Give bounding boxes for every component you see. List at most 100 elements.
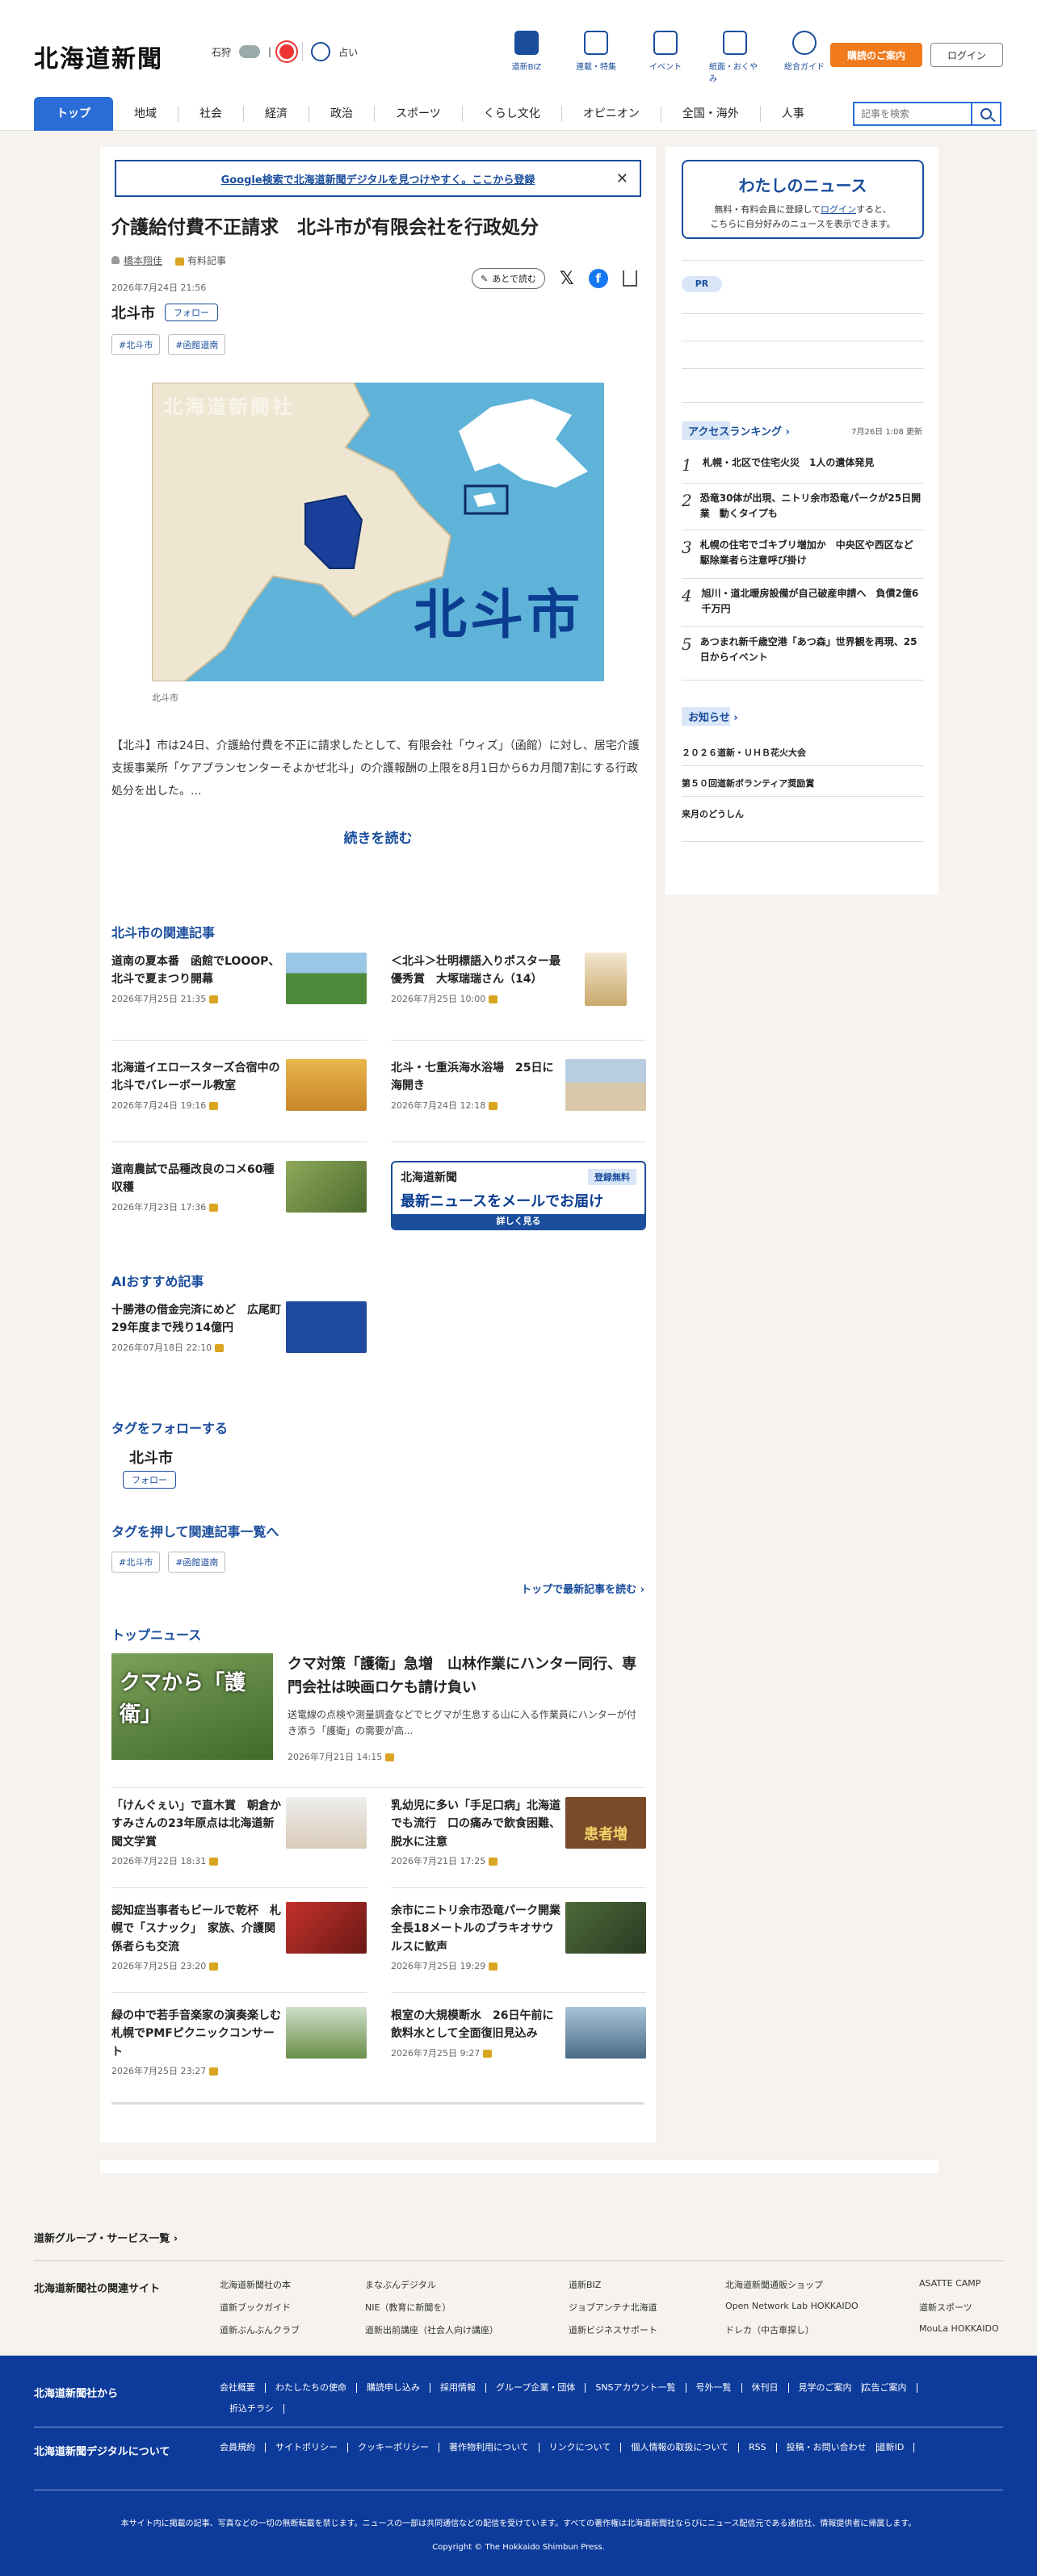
related-site-link[interactable]: NIE（教育に新聞を） (365, 2301, 569, 2314)
read-more-link[interactable]: 続きを読む (100, 827, 656, 847)
tab-top[interactable]: トップ (34, 97, 113, 131)
hashtag-link[interactable]: #北斗市 (111, 1552, 161, 1573)
footer-link[interactable]: グループ企業・団体 (486, 2383, 586, 2393)
header-nav-events[interactable]: イベント (640, 31, 691, 84)
x-share-icon[interactable]: 𝕏 (560, 269, 574, 289)
footer-link[interactable]: 投稿・お問い合わせ (777, 2443, 877, 2452)
hashtag-link[interactable]: #北斗市 (111, 334, 161, 355)
header-nav-guide[interactable]: 総合ガイド (779, 31, 830, 84)
top-news-article[interactable]: 「けんぐぇい」で直木賞 朝倉かすみさんの23年原点は北海道新聞文学賞 2026年… (111, 1797, 367, 1867)
follow-button[interactable]: フォロー (123, 1471, 176, 1489)
weather-widget[interactable]: 石狩 | 占い (212, 42, 358, 61)
ranking-heading[interactable]: アクセスランキング › (682, 421, 796, 440)
related-article[interactable]: 道南農試で品種改良のコメ60種収穫 2026年7月23日 17:36 (111, 1161, 367, 1213)
related-site-link[interactable]: 道新BIZ (569, 2278, 725, 2291)
footer-link[interactable]: 個人情報の取扱について (621, 2443, 740, 2452)
related-site-link[interactable]: まなぶんデジタル (365, 2278, 569, 2291)
hashtag-link[interactable]: #函館道南 (168, 334, 226, 355)
facebook-share-icon[interactable]: f (588, 269, 608, 288)
tab-personnel[interactable]: 人事 (761, 106, 825, 122)
footer-link[interactable]: サイトポリシー (266, 2443, 348, 2452)
related-article[interactable]: 北海道イエロースターズ合宿中の北斗でバレーボール教室 2026年7月24日 19… (111, 1059, 367, 1112)
tab-politics[interactable]: 政治 (309, 106, 375, 122)
header-nav-paper[interactable]: 紙面・おくやみ (709, 31, 761, 84)
close-icon[interactable]: ✕ (616, 170, 628, 187)
newsletter-banner[interactable]: 北海道新聞 登録無料 最新ニュースをメールでお届け 詳しく見る (391, 1161, 646, 1230)
hashtag-link[interactable]: #函館道南 (168, 1552, 226, 1573)
footer-link[interactable]: 広告ご案内 (863, 2383, 917, 2393)
header-nav-biz[interactable]: 道新BIZ (501, 31, 552, 84)
related-site-link[interactable]: ジョブアンテナ北海道 (569, 2301, 725, 2314)
notice-item[interactable]: ２０２６道新・ＵＨＢ花火大会 (682, 746, 924, 759)
ranking-item[interactable]: 3 札幌の住宅でゴキブリ増加か 中央区や西区など 駆除業者ら注意呼び掛け (682, 538, 924, 568)
top-news-hero-title[interactable]: クマ対策「護衛」急増 山林作業にハンター同行、専門会社は映画ロケも請け負い (288, 1653, 643, 1700)
footer-link[interactable]: 会員規約 (220, 2443, 266, 2452)
footer-link[interactable]: 休刊日 (742, 2383, 789, 2393)
footer-link[interactable]: 会社概要 (220, 2383, 266, 2393)
related-site-link[interactable]: 北海道新聞社の本 (220, 2278, 365, 2291)
tab-sports[interactable]: スポーツ (375, 106, 463, 122)
notice-item[interactable]: 来月のどうしん (682, 807, 924, 820)
tag-follow-heading: タグをフォローする (111, 1421, 229, 1436)
author-link[interactable]: 橋本翔佳 (111, 253, 162, 267)
footer-link[interactable]: わたしたちの使命 (266, 2383, 357, 2393)
search-button[interactable] (971, 102, 1001, 126)
related-site-link[interactable]: 道新ブックガイド (220, 2301, 365, 2314)
latest-articles-link[interactable]: トップで最新記事を読む › (521, 1581, 644, 1596)
related-site-link[interactable]: Open Network Lab HOKKAIDO (725, 2301, 919, 2314)
footer-link[interactable]: 見学のご案内 (789, 2383, 863, 2393)
group-services-link[interactable]: 道新グループ・サービス一覧 › (34, 2230, 178, 2245)
footer-link[interactable]: リンクについて (539, 2443, 622, 2452)
footer-link[interactable]: 購読申し込み (357, 2383, 430, 2393)
footer-link[interactable]: クッキーポリシー (348, 2443, 439, 2452)
related-site-link[interactable]: 道新出前講座（社会人向け講座） (365, 2323, 569, 2336)
related-article[interactable]: 北斗・七重浜海水浴場 25日に海開き 2026年7月24日 12:18 (391, 1059, 646, 1112)
notice-item[interactable]: 第５０回道新ボランティア奨励賞 (682, 777, 924, 790)
ranking-item[interactable]: 5 あつまれ新千歳空港「あつ森」世界観を再現、25日からイベント (682, 635, 924, 665)
ranking-item[interactable]: 4 旭川・道北暖房設備が自己破産申請へ 負債2億6千万円 (682, 586, 924, 617)
related-site-link[interactable]: ASATTE CAMP (919, 2278, 1011, 2291)
follow-button[interactable]: フォロー (165, 304, 218, 321)
site-logo[interactable]: 北海道新聞 (34, 39, 163, 74)
top-news-article[interactable]: 乳幼児に多い「手足口病」北海道でも流行 口の痛みで飲食困難、脱水に注意 2026… (391, 1797, 646, 1867)
tab-region[interactable]: 地域 (113, 106, 178, 122)
related-site-link[interactable]: 道新ぶんぶんクラブ (220, 2323, 365, 2336)
tab-life[interactable]: くらし文化 (463, 106, 562, 122)
share-icon[interactable] (622, 270, 637, 287)
tab-national[interactable]: 全国・海外 (661, 106, 761, 122)
related-site-link[interactable]: ドレカ（中古車探し） (725, 2323, 919, 2336)
google-promo-banner[interactable]: Google検索で北海道新聞デジタルを見つけやすく。ここから登録 ✕ (115, 160, 641, 197)
footer-link[interactable]: 著作物利用について (439, 2443, 539, 2452)
top-news-hero-image[interactable]: クマから「護衛」 (111, 1653, 273, 1760)
notice-heading[interactable]: お知らせ › (682, 707, 745, 726)
related-site-link[interactable]: 道新ビジネスサポート (569, 2323, 725, 2336)
top-news-article[interactable]: 認知症当事者もビールで乾杯 札幌で「スナック」 家族、介護関係者らも交流 202… (111, 1902, 367, 1972)
search-input[interactable] (853, 102, 971, 126)
read-later-button[interactable]: ✎ あとで読む (472, 268, 545, 289)
footer-link[interactable]: 折込チラシ (220, 2404, 284, 2414)
tab-economy[interactable]: 経済 (244, 106, 309, 122)
header-nav-series[interactable]: 連載・特集 (570, 31, 622, 84)
top-news-article[interactable]: 緑の中で若手音楽家の演奏楽しむ 札幌でPMFピクニックコンサート 2026年7月… (111, 2007, 367, 2077)
top-news-article[interactable]: 根室の大規模断水 26日午前に飲料水として全面復旧見込み 2026年7月25日 … (391, 2007, 646, 2059)
ai-article[interactable]: 十勝港の借金完済にめど 広尾町 29年度まで残り14億円 2026年07月18日… (111, 1301, 367, 1354)
footer-link[interactable]: 道新ID (877, 2443, 915, 2452)
tab-society[interactable]: 社会 (178, 106, 244, 122)
my-news-login-link[interactable]: ログイン (821, 204, 856, 215)
tab-opinion[interactable]: オピニオン (562, 106, 661, 122)
footer-link[interactable]: 採用情報 (430, 2383, 486, 2393)
related-article[interactable]: 道南の夏本番 函館でLOOOP、北斗で夏まつり開幕 2026年7月25日 21:… (111, 953, 367, 1005)
footer-link[interactable]: RSS (739, 2443, 777, 2452)
related-site-link[interactable]: 道新スポーツ (919, 2301, 1011, 2314)
footer-link[interactable]: 号外一覧 (686, 2383, 742, 2393)
related-article[interactable]: ＜北斗＞壮明標語入りポスター最優秀賞 大塚瑞瑞さん（14） 2026年7月25日… (391, 953, 646, 1006)
ranking-item[interactable]: 2 恐竜30体が出現、ニトリ余市恐竜パークが25日開業 動くタイプも (682, 491, 924, 521)
subscribe-button[interactable]: 購読のご案内 (830, 43, 922, 67)
related-site-link[interactable]: 北海道新聞通販ショップ (725, 2278, 919, 2291)
top-news-article[interactable]: 余市にニトリ余市恐竜パーク開業 全長18メートルのブラキオサウルスに歓声 202… (391, 1902, 646, 1972)
related-site-link[interactable]: MouLa HOKKAIDO (919, 2323, 1011, 2336)
login-button[interactable]: ログイン (930, 43, 1003, 67)
ranking-item[interactable]: 1 札幌・北区で住宅火災 1人の遺体発見 (682, 455, 924, 475)
footer-link[interactable]: SNSアカウント一覧 (586, 2383, 686, 2393)
lock-icon (208, 2067, 218, 2076)
